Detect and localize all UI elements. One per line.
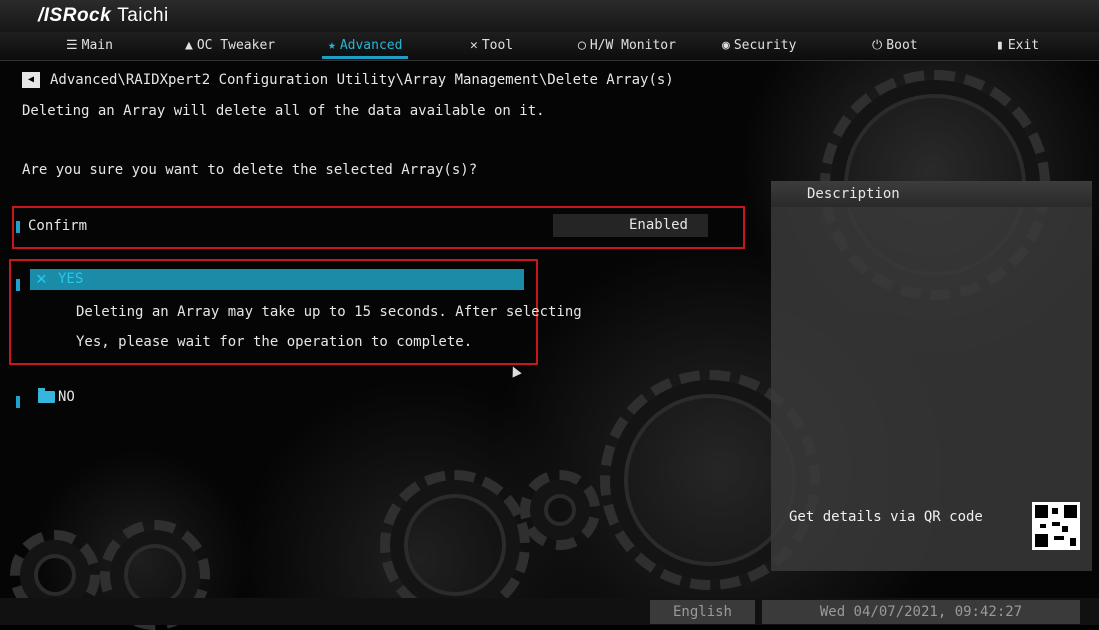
yes-option[interactable]: [30, 269, 524, 290]
yes-label: YES: [58, 271, 84, 287]
question-text: Are you sure you want to delete the sele…: [22, 162, 478, 178]
power-icon: ⏻: [872, 38, 883, 53]
tab-label: Advanced: [339, 38, 403, 53]
qr-code-icon[interactable]: [1032, 502, 1080, 550]
gear-decoration: [520, 470, 600, 550]
tab-exit[interactable]: ▮ Exit: [996, 32, 1039, 60]
rocket-icon: ▲: [185, 38, 193, 53]
tab-oc-tweaker[interactable]: ▲ OC Tweaker: [185, 32, 275, 60]
confirm-value[interactable]: Enabled: [553, 214, 708, 237]
tab-tool[interactable]: ✕ Tool: [470, 32, 513, 60]
monitor-icon: ◯: [578, 38, 586, 53]
no-option[interactable]: NO: [58, 389, 75, 405]
tab-label: H/W Monitor: [589, 38, 676, 53]
tab-main[interactable]: ☰ Main: [66, 32, 113, 60]
confirm-label[interactable]: Confirm: [28, 218, 87, 234]
language-selector[interactable]: English: [650, 600, 755, 624]
tab-security[interactable]: ◉ Security: [722, 32, 796, 60]
qr-caption: Get details via QR code: [789, 509, 983, 525]
tab-boot[interactable]: ⏻ Boot: [872, 32, 918, 60]
tools-icon: ✕: [470, 38, 478, 53]
tab-label: OC Tweaker: [196, 38, 276, 53]
board-model: Taichi: [117, 5, 169, 26]
folder-icon: [38, 388, 55, 403]
yes-help-line-1: Deleting an Array may take up to 15 seco…: [76, 304, 582, 320]
tab-label: Tool: [481, 38, 514, 53]
tab-label: Boot: [886, 38, 918, 53]
description-header: Description: [771, 181, 1092, 207]
tab-label: Exit: [1007, 38, 1040, 53]
description-title: Description: [807, 186, 900, 202]
shield-icon: ◉: [722, 38, 730, 53]
list-icon: ☰: [66, 38, 78, 53]
star-icon: ★: [328, 38, 336, 53]
breadcrumb: ◀ Advanced\RAIDXpert2 Configuration Utili…: [22, 72, 674, 88]
row-marker-icon: [16, 279, 20, 291]
tools-icon: ✕: [36, 268, 47, 289]
tab-advanced[interactable]: ★ Advanced: [321, 32, 409, 60]
date-time: Wed 04/07/2021, 09:42:27: [762, 600, 1080, 624]
main-menu: ☰ Main ▲ OC Tweaker ★ Advanced ✕ Tool ◯ H/W M…: [0, 32, 1099, 61]
row-marker-icon: [16, 396, 20, 408]
tab-hw-monitor[interactable]: ◯ H/W Monitor: [578, 32, 676, 60]
yes-help-line-2: Yes, please wait for the operation to co…: [76, 334, 473, 350]
row-marker-icon: [16, 221, 20, 233]
exit-icon: ▮: [996, 38, 1004, 53]
tab-label: Security: [733, 38, 797, 53]
asrock-logo: /ISRock Taichi: [38, 5, 169, 27]
back-arrow-icon[interactable]: ◀: [22, 72, 40, 88]
brand-name: /ISRock: [38, 5, 112, 26]
brand-bar: /ISRock Taichi: [0, 0, 1099, 32]
breadcrumb-path: Advanced\RAIDXpert2 Configuration Utilit…: [50, 72, 674, 88]
warning-text: Deleting an Array will delete all of the…: [22, 103, 545, 119]
tab-label: Main: [81, 38, 113, 53]
